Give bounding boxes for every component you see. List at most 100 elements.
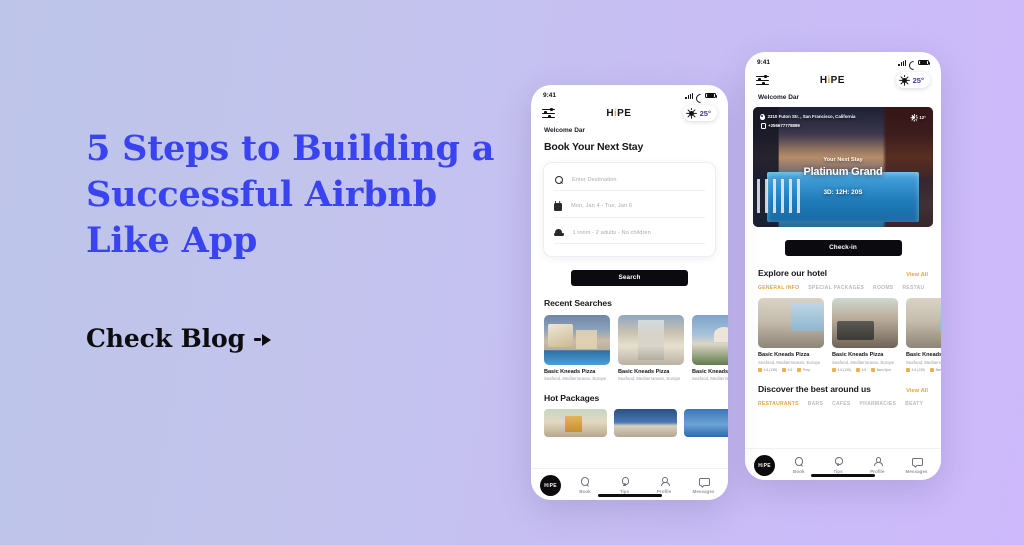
search-form-card: Enter Destination Mon, Jan 4 - Tue, Jan … [543,162,716,257]
app-logo: HiPE [606,107,632,119]
weather-widget[interactable]: 25° [895,72,930,88]
card-title: Basic Kneads Pizza [758,352,810,358]
nav-item-tips[interactable]: Tips [823,457,854,474]
tab-cafes[interactable]: CAFÉS [832,401,850,407]
welcome-label: Welcome Dar [758,94,800,101]
status-time: 9:41 [757,59,771,66]
hero-card[interactable]: 2310 Futon Str. , San Francisco, Califor… [753,107,933,227]
dates-value: Mon, Jan 4 - Tue, Jan 6 [571,203,633,210]
list-item[interactable] [684,409,728,438]
card-meta: 4.6 (135) 8am-9pm [906,367,941,372]
tab-general-info[interactable]: GENERAL INFO [758,285,799,291]
bottom-navigation: Hi PE Book Tips Profile Messages [745,448,941,480]
filter-sliders-icon[interactable] [542,107,555,119]
home-indicator [811,474,875,477]
list-item[interactable] [614,409,677,438]
bottom-navigation: Hi PE Book Tips Profile Messages [531,468,728,500]
guests-field[interactable]: 1 room - 2 adults - No children [554,229,705,244]
status-bar: 9:41 [531,85,728,101]
list-item[interactable]: Basic Kneads Pizza Seafood, Mediterranea… [618,314,684,381]
hero-temperature-label: 12° [919,115,926,120]
list-item[interactable] [544,409,607,438]
message-icon [699,477,710,487]
explore-title: Explore our hotel [758,268,827,278]
card-thumbnail [832,298,898,348]
card-title: Basic Kneads Pizza [692,368,728,375]
battery-icon [705,92,718,99]
check-in-button[interactable]: Check-in [784,240,902,256]
hotel-name: Platinum Grand [803,166,883,179]
card-meta: 4.6 (135) 4.5 Prep [758,367,824,372]
list-item[interactable]: Basic Kneads Pizza Seafood, Mediterranea… [832,298,898,372]
page-title: 5 Steps to Building a Successful Airbnb … [86,128,495,262]
tab-beauty[interactable]: BEATY [905,401,923,407]
list-item[interactable]: Basic Kneads Pizza Seafood, Mediterranea… [758,298,824,372]
list-item[interactable]: Basic Kneads Pizza Seafood, Mediterranea [692,314,728,381]
app-bar: HiPE 25° [531,101,728,121]
card-title: Basic Kneads Pizza [832,352,884,358]
wifi-icon [909,60,916,66]
tab-restaurants[interactable]: RESTAU [902,285,924,291]
price-badge: 4.5 [856,367,866,372]
app-logo: HiPE [819,74,845,86]
tab-rooms[interactable]: ROOMS [873,285,893,291]
hot-packages-header: Hot Packages [531,393,728,403]
list-item[interactable]: Basic Kneads P Seafood, Mediterranea 4.6… [906,298,941,372]
nav-item-book[interactable]: Book [570,477,601,494]
status-bar: 9:41 [745,52,941,68]
nav-home-logo-button[interactable]: Hi PE [540,475,561,496]
card-title: Basic Kneads P [906,352,941,358]
sun-icon [899,74,911,86]
hot-packages-list [531,409,728,438]
nav-item-messages[interactable]: Messages [688,477,719,494]
list-item[interactable]: Basic Kneads Pizza Seafood, Mediterranea… [544,314,610,381]
screen-title: Book Your Next Stay [544,141,644,153]
user-icon [659,477,670,487]
filter-sliders-icon[interactable] [756,74,769,86]
card-thumbnail [692,314,728,365]
hotel-address: 2310 Futon Str. , San Francisco, Califor… [760,114,855,120]
tab-pharmacies[interactable]: PHARMACIES [860,401,897,407]
nav-item-messages[interactable]: Messages [901,457,932,474]
recent-searches-header: Recent Searches [531,298,728,308]
hours-badge: 8am-9pm [930,367,941,372]
signal-bars-icon [685,92,693,99]
rating-badge: 4.6 (135) [832,367,851,372]
nav-item-book[interactable]: Book [783,457,814,474]
phone-icon [760,122,767,130]
hours-badge: 8am-9pm [871,367,891,372]
nav-item-tips[interactable]: Tips [609,477,640,494]
card-thumbnail [618,314,684,365]
search-icon [794,457,804,467]
bed-icon [554,229,564,237]
tab-bars[interactable]: BARS [808,401,823,407]
explore-view-all-link[interactable]: View All [906,272,928,278]
search-button[interactable]: Search [571,269,688,286]
promo-panel: 5 Steps to Building a Successful Airbnb … [86,126,516,353]
destination-field[interactable]: Enter Destination [554,175,705,191]
temperature-label: 25° [699,108,711,118]
discover-title: Discover the best around us [758,383,871,394]
weather-widget[interactable]: 25° [682,105,717,121]
user-icon [872,457,883,467]
rating-badge: 4.6 (135) [906,367,925,372]
card-subtitle: Seafood, Mediterranea [906,359,941,365]
card-thumbnail [758,298,824,348]
rating-badge: 4.6 (135) [758,367,777,372]
check-blog-link[interactable]: Check Blog [86,324,516,353]
discover-view-all-link[interactable]: View All [906,388,928,394]
hotel-phone[interactable]: +255677778889 [760,122,855,130]
dates-field[interactable]: Mon, Jan 4 - Tue, Jan 6 [554,200,705,218]
tab-special-packages[interactable]: SPECIAL PACKAGES [808,285,864,291]
recent-searches-list: Basic Kneads Pizza Seafood, Mediterranea… [531,314,728,381]
nav-item-profile[interactable]: Profile [649,477,680,494]
arrow-right-icon [254,333,272,346]
tab-restaurants[interactable]: RESTAURANTS [758,401,799,407]
search-icon [580,477,590,487]
hours-badge: Prep [797,367,810,372]
nav-item-profile[interactable]: Profile [862,457,893,474]
lightbulb-icon [620,477,630,487]
phone-mockup-booking-home: 9:41 HiPE 25° Welcome Dar Book Your Next… [531,85,728,500]
temperature-label: 25° [912,75,924,85]
nav-home-logo-button[interactable]: Hi PE [754,455,775,476]
